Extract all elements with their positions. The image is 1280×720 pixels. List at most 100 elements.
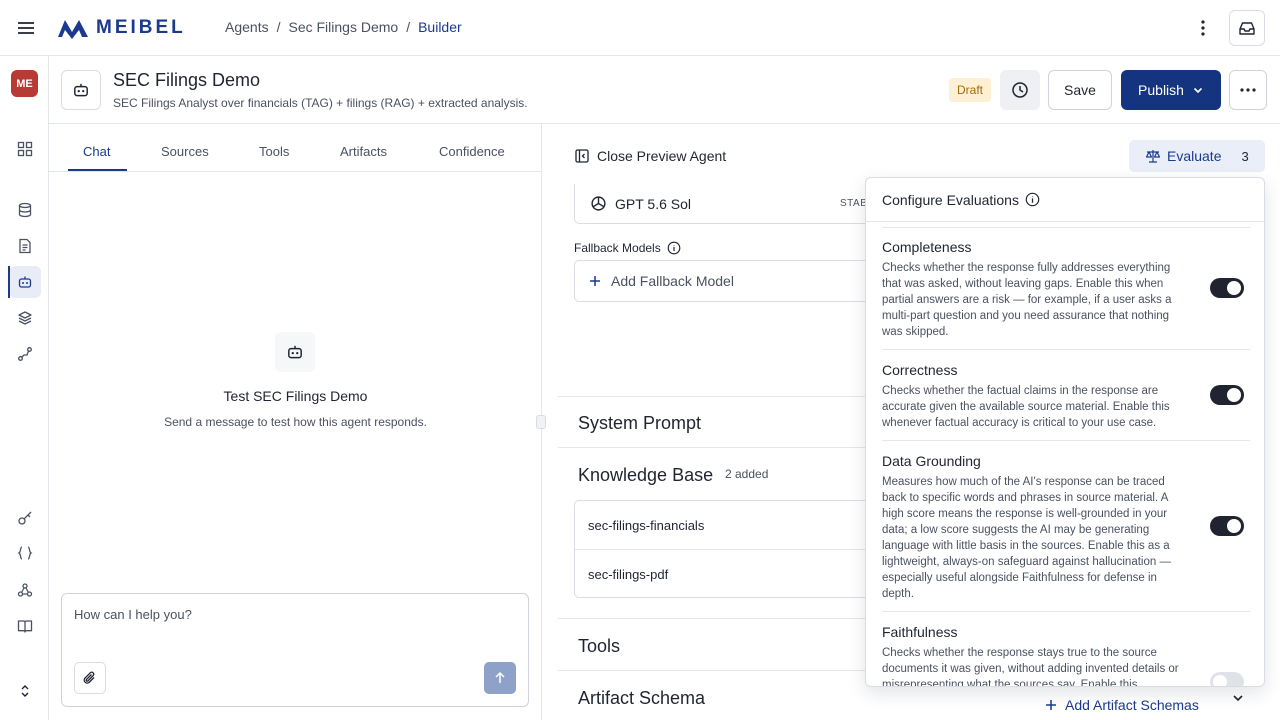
evaluation-description: Checks whether the factual claims in the… <box>882 385 1170 429</box>
more-vertical-icon[interactable] <box>1192 16 1214 40</box>
workflow-icon[interactable] <box>14 343 36 365</box>
webhook-icon[interactable] <box>14 579 36 601</box>
empty-state-subtitle: Send a message to test how this agent re… <box>164 415 427 429</box>
breadcrumb: Agents / Sec Filings Demo / Builder <box>225 19 462 35</box>
model-tag: STAB <box>840 198 868 209</box>
status-badge: Draft <box>949 78 991 102</box>
logo-mark-icon <box>58 20 88 39</box>
section-divider <box>558 447 888 448</box>
dashboard-icon[interactable] <box>14 138 36 160</box>
info-icon[interactable] <box>667 241 681 255</box>
inbox-button[interactable] <box>1229 10 1265 46</box>
publish-button[interactable]: Publish <box>1121 70 1221 110</box>
breadcrumb-separator: / <box>406 19 411 35</box>
tab-sources[interactable]: Sources <box>161 144 209 159</box>
logo-text: MEIBEL <box>96 17 186 38</box>
agent-bot-icon <box>275 332 315 372</box>
send-button[interactable] <box>484 662 516 694</box>
evaluation-title: Correctness <box>882 362 958 378</box>
add-fallback-model-button[interactable]: Add Fallback Model <box>574 260 884 302</box>
add-artifact-label: Add Artifact Schemas <box>1065 697 1199 713</box>
list-divider <box>575 549 885 550</box>
evaluate-count: 3 <box>1241 148 1249 164</box>
more-options-button[interactable] <box>1229 70 1267 110</box>
more-horizontal-icon <box>1240 88 1256 92</box>
avatar[interactable]: ME <box>11 70 38 97</box>
panel-tabs: Chat Sources Tools Artifacts Confidence <box>49 124 542 172</box>
chat-placeholder: How can I help you? <box>74 607 192 622</box>
evaluation-divider <box>882 227 1250 228</box>
evaluation-correctness: Correctness Checks whether the factual c… <box>882 362 1250 431</box>
popover-header: Configure Evaluations <box>866 178 1264 222</box>
evaluation-divider <box>882 611 1250 612</box>
top-bar: MEIBEL Agents / Sec Filings Demo / Build… <box>0 0 1280 56</box>
kb-count: 2 added <box>725 467 769 481</box>
breadcrumb-agent[interactable]: Sec Filings Demo <box>288 19 398 35</box>
section-divider <box>558 396 888 397</box>
evaluation-data-grounding: Data Grounding Measures how much of the … <box>882 453 1250 602</box>
sidebar: ME <box>0 56 49 720</box>
panel-close-icon <box>575 149 589 163</box>
correctness-toggle[interactable] <box>1210 385 1244 405</box>
completeness-toggle[interactable] <box>1210 278 1244 298</box>
evaluation-completeness: Completeness Checks whether the response… <box>882 239 1250 340</box>
empty-state-title: Test SEC Filings Demo <box>223 388 368 404</box>
agent-bot-icon <box>61 70 101 110</box>
section-system-prompt[interactable]: System Prompt <box>578 413 701 434</box>
page-subtitle: SEC Filings Analyst over financials (TAG… <box>113 96 528 110</box>
expand-collapse-icon[interactable] <box>14 680 36 702</box>
database-icon[interactable] <box>14 199 36 221</box>
document-icon[interactable] <box>14 235 36 257</box>
active-tab-indicator <box>68 169 127 171</box>
info-icon[interactable] <box>1025 192 1040 207</box>
chevron-down-icon <box>1193 87 1203 94</box>
save-button[interactable]: Save <box>1048 70 1112 110</box>
section-tools[interactable]: Tools <box>578 636 620 657</box>
kb-list: sec-filings-financials sec-filings-pdf <box>574 500 885 598</box>
list-item[interactable]: sec-filings-pdf <box>588 567 668 582</box>
inbox-icon <box>1239 22 1255 35</box>
evaluation-faithfulness: Faithfulness Checks whether the response… <box>882 624 1250 686</box>
close-preview-button[interactable]: Close Preview Agent <box>575 148 726 164</box>
tab-confidence[interactable]: Confidence <box>439 144 505 159</box>
section-knowledge-base[interactable]: Knowledge Base <box>578 465 713 486</box>
evaluation-description: Measures how much of the AI's response c… <box>882 476 1171 600</box>
popover-title: Configure Evaluations <box>882 191 1019 208</box>
breadcrumb-agents[interactable]: Agents <box>225 19 269 35</box>
section-divider <box>558 618 888 619</box>
history-button[interactable] <box>1000 70 1040 110</box>
code-braces-icon[interactable] <box>14 542 36 564</box>
evaluation-title: Data Grounding <box>882 453 981 469</box>
evaluate-button[interactable]: Evaluate 3 <box>1129 140 1265 172</box>
chevron-down-icon[interactable] <box>1230 690 1246 706</box>
layers-icon[interactable] <box>14 307 36 329</box>
sidebar-active-indicator <box>8 266 10 298</box>
list-item[interactable]: sec-filings-financials <box>588 518 704 533</box>
add-artifact-schemas-button[interactable]: Add Artifact Schemas <box>1045 697 1199 713</box>
section-artifact-schema[interactable]: Artifact Schema <box>578 688 705 709</box>
fallback-models-label: Fallback Models <box>574 241 681 255</box>
faithfulness-toggle[interactable] <box>1210 672 1244 686</box>
model-name: GPT 5.6 Sol <box>615 196 692 212</box>
add-fallback-label: Add Fallback Model <box>611 273 734 289</box>
scale-icon <box>1145 150 1161 163</box>
fallback-models-text: Fallback Models <box>574 241 661 255</box>
plus-icon <box>590 276 600 286</box>
openai-icon <box>591 196 606 211</box>
model-select[interactable]: GPT 5.6 Sol STAB <box>574 184 884 224</box>
tab-chat[interactable]: Chat <box>83 144 110 159</box>
tab-tools[interactable]: Tools <box>259 144 289 159</box>
chat-input[interactable]: How can I help you? <box>61 593 529 707</box>
attach-button[interactable] <box>74 662 106 694</box>
data-grounding-toggle[interactable] <box>1210 516 1244 536</box>
plus-icon <box>1046 700 1056 710</box>
app-logo[interactable]: MEIBEL <box>56 15 186 41</box>
hamburger-menu-icon[interactable] <box>14 16 38 40</box>
key-icon[interactable] <box>14 507 36 529</box>
tab-artifacts[interactable]: Artifacts <box>340 144 387 159</box>
publish-label: Publish <box>1138 82 1184 98</box>
book-icon[interactable] <box>14 615 36 637</box>
close-preview-label: Close Preview Agent <box>597 148 727 164</box>
paperclip-icon <box>83 671 95 684</box>
agent-bot-icon[interactable] <box>14 271 36 293</box>
